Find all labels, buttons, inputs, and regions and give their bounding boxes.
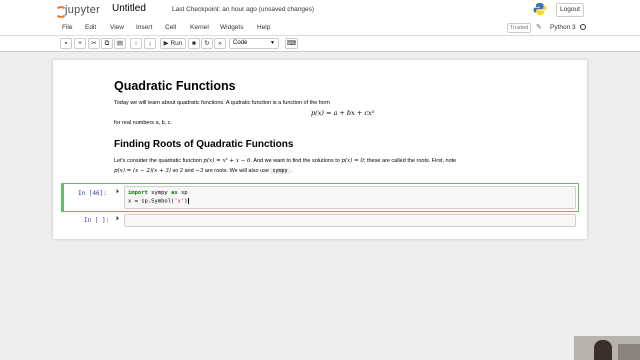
real-numbers-text: for real numbers a, b, c. [114, 120, 173, 126]
paste-button[interactable]: ▤ [114, 38, 126, 49]
para1-math1: p(x) = x² + x − 6 [203, 158, 251, 164]
menu-insert[interactable]: Insert [136, 24, 152, 31]
plus-icon: + [78, 40, 82, 47]
jupyter-logo-icon [55, 4, 67, 18]
move-up-button[interactable]: ↑ [130, 38, 142, 49]
insert-cell-button[interactable]: + [74, 38, 86, 49]
menu-file[interactable]: File [62, 24, 72, 31]
menu-cell[interactable]: Cell [165, 24, 176, 31]
kernel-name: Python 3 [550, 24, 576, 31]
checkpoint-status: Last Checkpoint: an hour ago (unsaved ch… [172, 6, 315, 13]
para2-math: p(x) = (x − 2)(x + 3) [114, 168, 172, 174]
arrow-up-icon: ↑ [134, 40, 138, 47]
para1-math2: p(x) = 0 [341, 158, 364, 164]
restart-button[interactable]: ↻ [201, 38, 213, 49]
cell-type-value: Code [233, 40, 248, 46]
notebook-title[interactable]: Untitled [112, 3, 146, 14]
para1-text-b: . And we want to find the solutions to [250, 158, 342, 164]
para1-text-c: ; these are called the roots. First, not… [363, 158, 457, 164]
code-string: 'x' [174, 198, 185, 205]
command-palette-button[interactable]: ⌨ [285, 38, 298, 49]
menu-bar: File Edit View Insert Cell Kernel Widget… [0, 20, 640, 36]
code-editor-empty[interactable] [124, 214, 576, 227]
jupyter-logo[interactable]: jupyter [55, 2, 100, 18]
save-button[interactable]: ▪ [60, 38, 72, 49]
stop-icon: ■ [192, 40, 196, 47]
text-cursor [187, 198, 189, 204]
para1-text-a: Let's consider the quadratic function [114, 158, 204, 164]
move-down-button[interactable]: ↓ [144, 38, 156, 49]
cell-selection-bar [61, 183, 64, 212]
roots-paragraph-line1: Let's consider the quadratic function p(… [114, 158, 456, 164]
roots-paragraph-line2: p(x) = (x − 2)(x + 3) so 2 and −3 are ro… [114, 168, 293, 174]
edit-pencil-icon[interactable]: ✎ [536, 23, 542, 31]
code-keyword: as [171, 190, 178, 196]
keyboard-icon: ⌨ [286, 40, 297, 47]
restart-icon: ↻ [204, 40, 210, 47]
save-icon: ▪ [64, 40, 68, 47]
webcam-overlay [574, 336, 640, 360]
cut-icon: ✂ [91, 40, 97, 47]
cell-type-select[interactable]: Code ▼ [229, 38, 279, 49]
para2-end: . [289, 168, 293, 174]
markdown-heading: Quadratic Functions [114, 79, 236, 93]
kernel-status-icon [580, 24, 586, 30]
header-bar: jupyter Untitled Last Checkpoint: an hou… [0, 0, 640, 20]
menu-view[interactable]: View [110, 24, 124, 31]
para2-text-a: so 2 and [171, 168, 196, 174]
menu-help[interactable]: Help [257, 24, 270, 31]
logout-button[interactable]: Logout [556, 3, 584, 17]
cell-prompt: In [46]: [78, 190, 107, 197]
menu-kernel[interactable]: Kernel [190, 24, 209, 31]
run-button[interactable]: ▶ Run [160, 38, 186, 49]
restart-run-all-button[interactable]: » [214, 38, 226, 49]
markdown-subheading: Finding Roots of Quadratic Functions [114, 139, 294, 150]
run-icon: ▶ [163, 40, 169, 47]
code-line-2: x = sp.Symbol('x') [128, 198, 189, 205]
code-text: x = sp.Symbol( [128, 198, 175, 205]
code-text: sympy [147, 190, 172, 196]
toolbar: ▪ + ✂ ⧉ ▤ ↑ ↓ ▶ Run ■ ↻ » ⌨ [0, 36, 640, 52]
sympy-inline-code: sympy [270, 168, 290, 174]
intro-text: Today we will learn about quadratic func… [114, 100, 330, 106]
code-keyword: import [128, 190, 148, 196]
code-line-1: import sympy as sp [128, 190, 188, 196]
copy-icon: ⧉ [104, 40, 110, 47]
arrow-down-icon: ↓ [148, 40, 152, 47]
menu-edit[interactable]: Edit [85, 24, 96, 31]
interrupt-button[interactable]: ■ [188, 38, 200, 49]
fast-forward-icon: » [218, 40, 222, 47]
run-label: Run [170, 40, 183, 47]
chevron-down-icon: ▼ [270, 40, 275, 46]
para2-text-b: are roots. We will also use [203, 168, 271, 174]
paste-icon: ▤ [116, 40, 124, 47]
code-editor[interactable]: import sympy as sp x = sp.Symbol('x') [124, 186, 576, 209]
python-logo-icon [533, 3, 547, 15]
run-cell-icon[interactable]: ⏵ [116, 189, 119, 196]
menu-widgets[interactable]: Widgets [220, 24, 243, 31]
copy-button[interactable]: ⧉ [101, 38, 113, 49]
trusted-badge[interactable]: Trusted [507, 23, 531, 33]
formula: p(x) = a + bx + cx² [311, 109, 375, 117]
cut-button[interactable]: ✂ [88, 38, 100, 49]
cell-prompt-empty: In [ ]: [84, 217, 110, 224]
code-text: sp [177, 190, 188, 196]
jupyter-logo-text: jupyter [65, 4, 101, 16]
run-cell-icon[interactable]: ⏵ [116, 216, 119, 223]
